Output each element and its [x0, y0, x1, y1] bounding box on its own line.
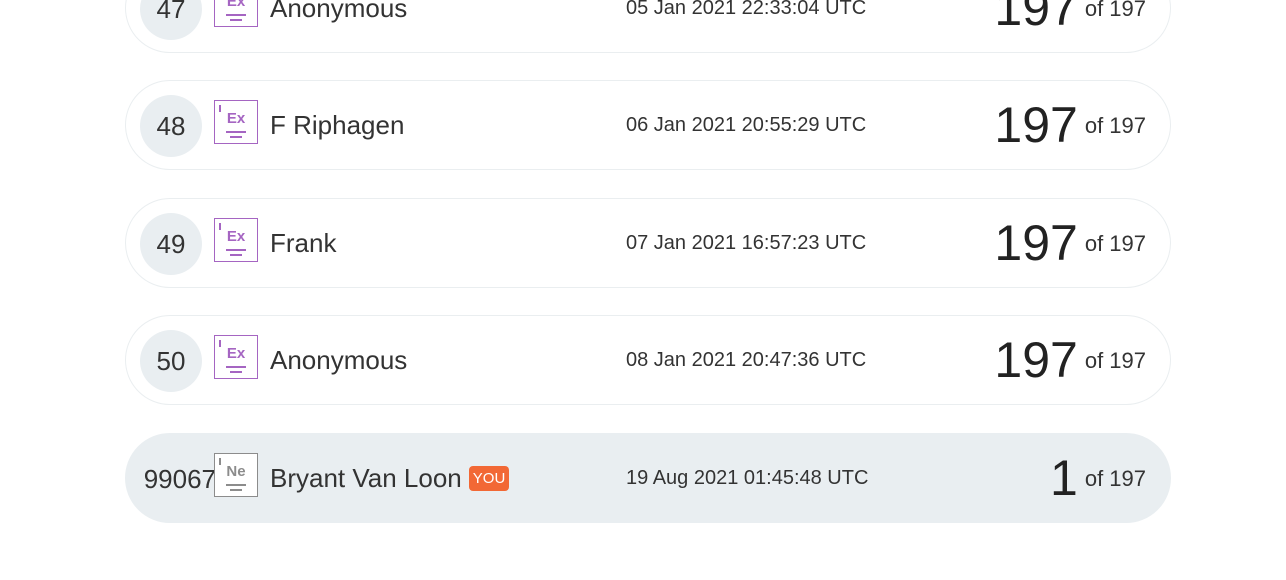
leaderboard-row: 49 Ex Frank 07 Jan 2021 16:57:23 UTC 197… — [125, 198, 1171, 288]
rank-number: 50 — [140, 330, 202, 392]
rank-number: 49 — [140, 213, 202, 275]
score: 197 of 197 — [994, 0, 1146, 52]
completion-date: 05 Jan 2021 22:33:04 UTC — [626, 0, 867, 19]
level-badge-icon: Ne — [214, 453, 258, 497]
rank-number: 99067 — [143, 463, 216, 494]
level-badge-icon: Ex — [214, 0, 258, 27]
completion-date: 08 Jan 2021 20:47:36 UTC — [626, 348, 867, 371]
level-badge-icon: Ex — [214, 218, 258, 262]
leaderboard-row: 50 Ex Anonymous 08 Jan 2021 20:47:36 UTC… — [125, 315, 1171, 405]
you-badge: YOU — [468, 465, 510, 491]
score: 1 of 197 — [1050, 434, 1146, 522]
total-count: of 197 — [1084, 348, 1146, 373]
leaderboard-row: 48 Ex F Riphagen 06 Jan 2021 20:55:29 UT… — [125, 80, 1171, 170]
completion-date: 07 Jan 2021 16:57:23 UTC — [626, 231, 867, 254]
total-count: of 197 — [1084, 113, 1146, 138]
total-count: of 197 — [1084, 466, 1146, 491]
completion-date: 06 Jan 2021 20:55:29 UTC — [626, 113, 867, 136]
rank-number: 47 — [140, 0, 202, 40]
solved-count: 197 — [994, 97, 1078, 153]
score: 197 of 197 — [994, 199, 1146, 287]
rank-number: 48 — [140, 95, 202, 157]
leaderboard-list: 47 Ex Anonymous 05 Jan 2021 22:33:04 UTC… — [0, 0, 1286, 580]
user-name: F Riphagen — [270, 109, 405, 140]
user-name: Bryant Van Loon — [270, 462, 462, 493]
total-count: of 197 — [1084, 231, 1146, 256]
level-badge-icon: Ex — [214, 335, 258, 379]
user-name: Anonymous — [270, 0, 408, 23]
level-badge-icon: Ex — [214, 100, 258, 144]
score: 197 of 197 — [994, 81, 1146, 169]
score: 197 of 197 — [994, 316, 1146, 404]
user-name: Anonymous — [270, 344, 408, 375]
total-count: of 197 — [1084, 0, 1146, 21]
leaderboard-row: 47 Ex Anonymous 05 Jan 2021 22:33:04 UTC… — [125, 0, 1171, 53]
solved-count: 1 — [1050, 450, 1078, 506]
user-name-wrapper: Bryant Van Loon YOU — [270, 434, 510, 522]
solved-count: 197 — [994, 0, 1078, 36]
user-name: Frank — [270, 227, 337, 258]
solved-count: 197 — [994, 332, 1078, 388]
completion-date: 19 Aug 2021 01:45:48 UTC — [626, 466, 869, 489]
solved-count: 197 — [994, 215, 1078, 271]
current-user-row: 99067 Ne Bryant Van Loon YOU 19 Aug 2021… — [125, 433, 1171, 523]
